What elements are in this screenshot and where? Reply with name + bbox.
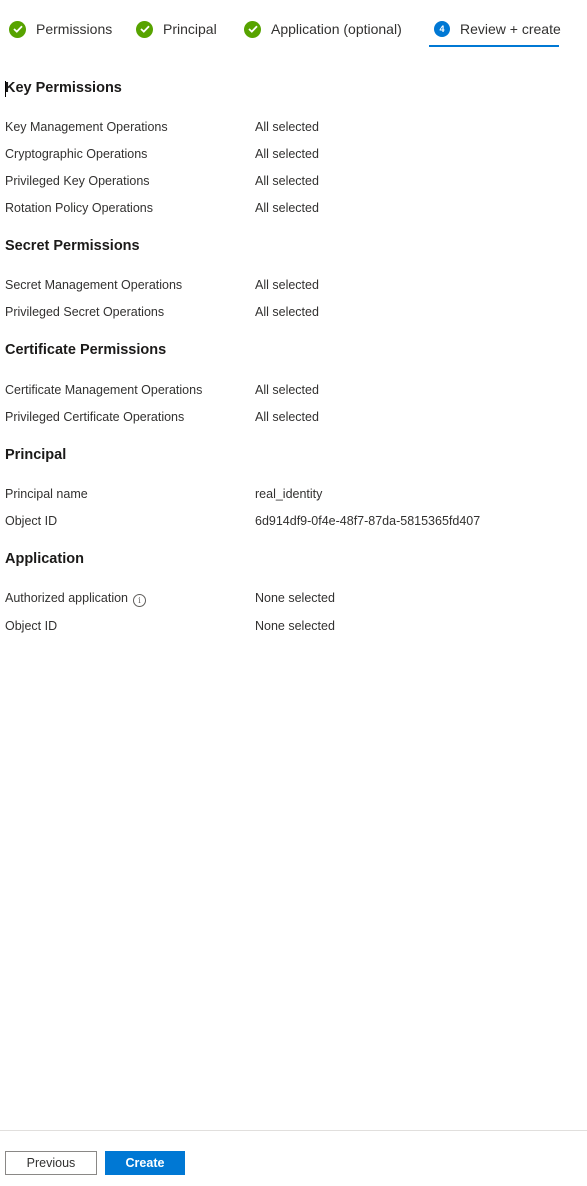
check-circle-icon bbox=[9, 20, 26, 38]
row-value: All selected bbox=[255, 278, 319, 292]
row-value: All selected bbox=[255, 410, 319, 424]
tab-permissions[interactable]: Permissions bbox=[9, 17, 112, 41]
row-label: Object ID bbox=[5, 619, 58, 633]
row-value: None selected bbox=[255, 619, 335, 633]
footer-divider bbox=[0, 1130, 587, 1131]
row-value: All selected bbox=[255, 120, 319, 134]
row-label: Secret Management Operations bbox=[5, 278, 183, 292]
tab-application[interactable]: Application (optional) bbox=[244, 17, 402, 41]
row-value: All selected bbox=[255, 383, 319, 397]
row-label: Privileged Secret Operations bbox=[5, 305, 165, 319]
row-value: real_identity bbox=[255, 487, 323, 501]
section-title-secret-permissions: Secret Permissions bbox=[5, 238, 140, 254]
step-number-badge: 4 bbox=[434, 21, 450, 37]
create-button[interactable]: Create bbox=[105, 1151, 185, 1175]
row-value: None selected bbox=[255, 591, 335, 605]
row-label: Cryptographic Operations bbox=[5, 147, 148, 161]
row-label: Rotation Policy Operations bbox=[5, 201, 153, 215]
active-tab-indicator bbox=[429, 45, 559, 47]
info-icon[interactable]: i bbox=[133, 594, 146, 607]
check-circle-icon bbox=[136, 20, 153, 38]
tab-label: Principal bbox=[163, 21, 217, 37]
row-label-authorized-application: Authorized application i bbox=[5, 591, 146, 607]
section-title-principal: Principal bbox=[5, 447, 67, 463]
row-value: All selected bbox=[255, 147, 319, 161]
tab-principal[interactable]: Principal bbox=[136, 17, 217, 41]
row-value: 6d914df9-0f4e-48f7-87da-5815365fd407 bbox=[255, 514, 481, 528]
previous-button[interactable]: Previous bbox=[5, 1151, 97, 1175]
section-title-key-permissions: Key Permissions bbox=[5, 80, 122, 96]
row-label: Privileged Key Operations bbox=[5, 174, 150, 188]
section-title-certificate-permissions: Certificate Permissions bbox=[5, 342, 167, 358]
row-label-text: Authorized application bbox=[5, 591, 128, 605]
row-label: Key Management Operations bbox=[5, 120, 168, 134]
tab-review-create[interactable]: 4 Review + create bbox=[434, 17, 561, 41]
row-value: All selected bbox=[255, 305, 319, 319]
tab-label: Application (optional) bbox=[271, 21, 402, 37]
tab-label: Review + create bbox=[460, 21, 561, 37]
row-value: All selected bbox=[255, 174, 319, 188]
row-label: Privileged Certificate Operations bbox=[5, 410, 185, 424]
row-label: Principal name bbox=[5, 487, 88, 501]
row-label: Certificate Management Operations bbox=[5, 383, 203, 397]
tab-label: Permissions bbox=[36, 21, 113, 37]
section-title-application: Application bbox=[5, 551, 84, 567]
row-label: Object ID bbox=[5, 514, 58, 528]
row-value: All selected bbox=[255, 201, 319, 215]
wizard-tabs: Permissions Principal Application (optio… bbox=[0, 0, 587, 58]
check-circle-icon bbox=[244, 20, 261, 38]
